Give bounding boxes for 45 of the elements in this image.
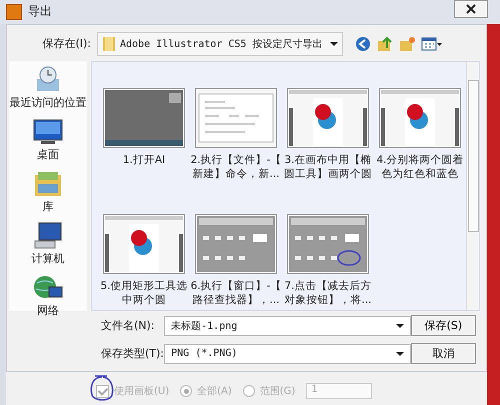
folder-icon xyxy=(102,36,116,52)
save-button[interactable]: 保存(S) xyxy=(410,315,476,336)
thumbnail[interactable] xyxy=(379,88,461,148)
thumbnail[interactable] xyxy=(195,214,277,274)
artboard-label: 使用画板(U) xyxy=(114,384,170,398)
place-label[interactable]: 库 xyxy=(42,198,54,214)
place-label[interactable]: 桌面 xyxy=(37,146,59,162)
file-caption: 4.分别将两个圆着 色为红色和蓝色 xyxy=(376,152,464,181)
back-icon[interactable] xyxy=(355,36,372,52)
filename-label: 文件名(N): xyxy=(101,318,156,334)
caret-icon xyxy=(330,42,338,46)
radio-button[interactable] xyxy=(180,385,192,398)
radio-button[interactable] xyxy=(242,385,255,398)
file-caption: 7.点击【减去后方 对象按钮】，将... xyxy=(284,278,372,307)
thumbnail[interactable] xyxy=(103,214,185,274)
view-menu-icon[interactable] xyxy=(421,36,444,52)
file-caption: 1.打开AI xyxy=(122,152,166,167)
file-caption: 3.在画布中用【椭 圆工具】画两个圆 xyxy=(284,152,372,181)
close-icon xyxy=(466,4,476,14)
location-dropdown[interactable]: Adobe Illustrator CS5 按设定尺寸导出 xyxy=(97,32,344,56)
app-logo-icon xyxy=(6,4,22,20)
window-title: 导出 xyxy=(28,3,52,20)
file-type-label: 保存类型(T): xyxy=(101,346,164,362)
radio-label: 全部(A) xyxy=(197,384,232,398)
cancel-button[interactable]: 取消 xyxy=(410,343,476,364)
file-type-dropdown[interactable]: PNG (*.PNG) xyxy=(164,344,411,364)
thumbnail[interactable] xyxy=(287,214,369,274)
file-caption: 2.执行【文件】-【 新建】命令，新... xyxy=(190,152,282,181)
desktop-place-icon[interactable] xyxy=(31,116,65,147)
close-button[interactable] xyxy=(454,0,488,18)
thumbnail[interactable] xyxy=(195,88,277,148)
file-caption: 6.执行【窗口】-【 路径查找器】，... xyxy=(190,278,282,307)
file-caption: 5.使用矩形工具选 中两个圆 xyxy=(100,278,188,307)
filename-field[interactable]: 未标题-1.png xyxy=(164,316,411,336)
place-label[interactable]: 最近访问的位置 xyxy=(10,94,86,110)
thumbnail[interactable] xyxy=(287,88,369,148)
thumbnail[interactable] xyxy=(103,88,185,148)
up-folder-icon[interactable] xyxy=(377,36,394,52)
radio-label: 范围(G) xyxy=(260,384,296,398)
place-label[interactable]: 计算机 xyxy=(32,250,64,266)
scrollbar[interactable] xyxy=(466,62,479,310)
checkbox[interactable] xyxy=(96,384,109,398)
new-folder-icon[interactable] xyxy=(399,36,416,52)
save-in-label: 保存在(I): xyxy=(41,36,91,52)
place-label[interactable]: 网络 xyxy=(37,302,59,318)
